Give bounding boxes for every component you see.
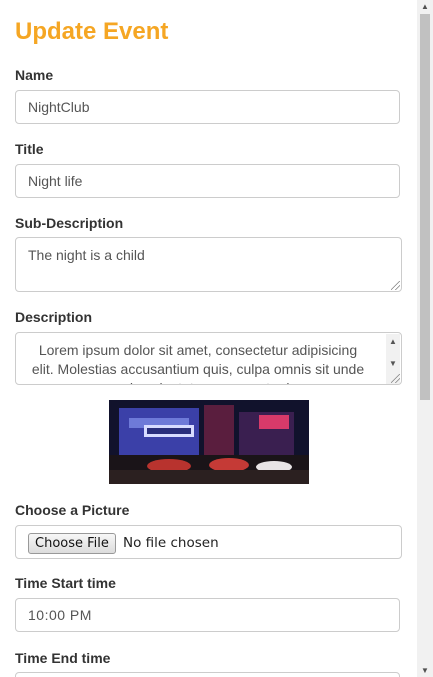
subdescription-text: The night is a child xyxy=(28,247,145,263)
description-textarea[interactable]: Lorem ipsum dolor sit amet, consectetur … xyxy=(15,332,402,385)
title-input[interactable]: Night life xyxy=(15,164,400,198)
resize-grip-icon[interactable] xyxy=(391,374,400,383)
file-status: No file chosen xyxy=(123,535,219,551)
scrollbar-thumb[interactable] xyxy=(420,14,430,400)
picture-label: Choose a Picture xyxy=(15,502,130,518)
scroll-down-icon[interactable]: ▼ xyxy=(389,360,397,368)
start-time-label: Time Start time xyxy=(15,575,116,591)
scroll-up-icon[interactable]: ▲ xyxy=(389,338,397,346)
event-photo xyxy=(109,400,309,484)
resize-grip-icon[interactable] xyxy=(391,281,400,290)
choose-file-button[interactable]: Choose File xyxy=(28,533,116,554)
name-input[interactable]: NightClub xyxy=(15,90,400,124)
page-scrollbar[interactable]: ▲ ▼ xyxy=(417,0,433,677)
name-label: Name xyxy=(15,67,54,83)
page-title: Update Event xyxy=(15,18,169,45)
subdescription-label: Sub-Description xyxy=(15,215,124,231)
start-time-input[interactable]: 10:00 PM xyxy=(15,598,400,632)
scroll-up-icon[interactable]: ▲ xyxy=(417,0,433,13)
description-label: Description xyxy=(15,309,93,325)
scroll-down-icon[interactable]: ▼ xyxy=(417,664,433,677)
subdescription-textarea[interactable]: The night is a child xyxy=(15,237,402,292)
event-form-page: Update Event Name NightClub Title Night … xyxy=(0,0,417,677)
end-time-label: Time End time xyxy=(15,650,111,666)
description-text: Lorem ipsum dolor sit amet, consectetur … xyxy=(31,342,365,384)
file-input[interactable]: Choose File No file chosen xyxy=(15,525,402,559)
title-label: Title xyxy=(15,141,44,157)
hotel-photo-illustration xyxy=(109,400,309,484)
end-time-input[interactable] xyxy=(15,672,400,677)
